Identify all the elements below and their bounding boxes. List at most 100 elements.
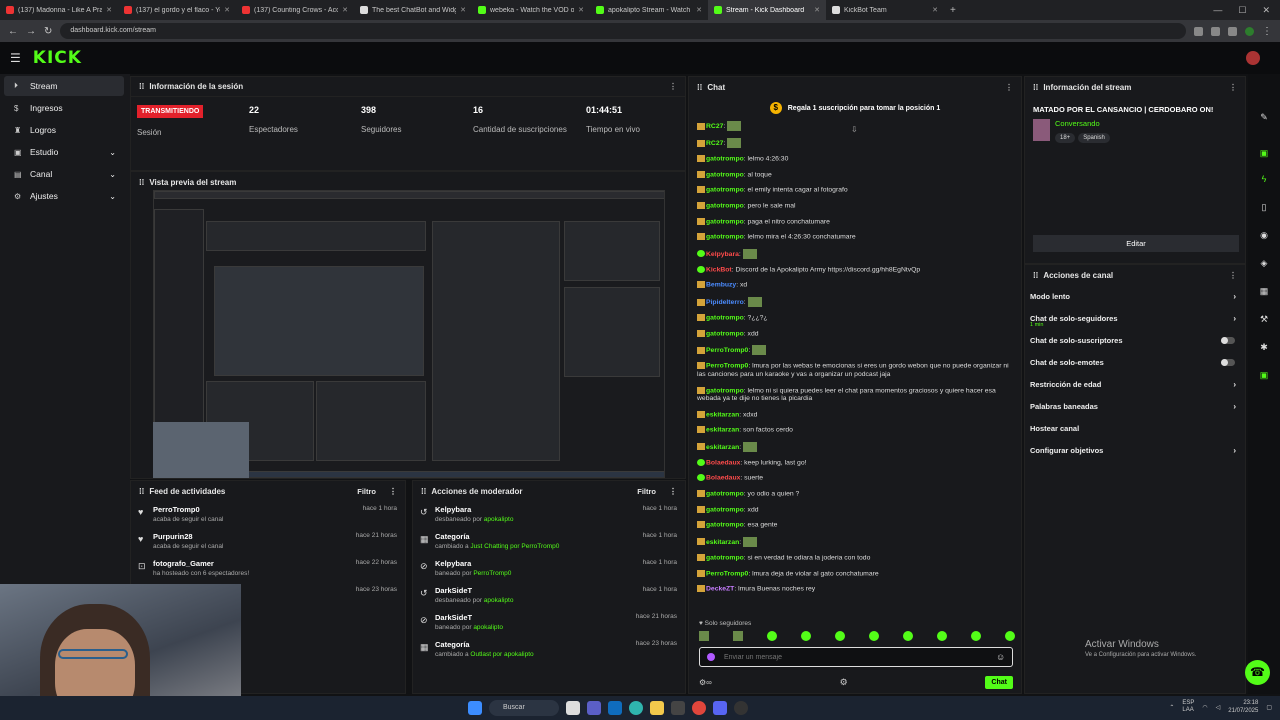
- browser-tab[interactable]: apokalipto Stream - Watch Live... ✕: [590, 0, 708, 20]
- browser-tab[interactable]: (137) Madonna - Like A Praye...✕: [0, 0, 118, 20]
- more-options-icon[interactable]: ⋮: [669, 487, 677, 496]
- drag-handle-icon[interactable]: ⁞⁞: [139, 178, 144, 187]
- chat-username[interactable]: gatotrompo: [706, 522, 744, 529]
- stream-category[interactable]: Conversando: [1055, 119, 1100, 128]
- close-icon[interactable]: ✕: [224, 6, 230, 14]
- mod-action-by[interactable]: apokalipto: [484, 516, 514, 523]
- chat-username[interactable]: eskitarzan: [706, 539, 739, 546]
- emote-icon[interactable]: [835, 631, 845, 641]
- mod-action-name[interactable]: Categoría: [435, 532, 677, 541]
- browser-tab[interactable]: The best ChatBot and Widget...✕: [354, 0, 472, 20]
- volume-icon[interactable]: ◁: [1216, 704, 1221, 711]
- chat-bubble-icon[interactable]: ◉: [1258, 230, 1270, 242]
- toggle-switch[interactable]: [1221, 358, 1235, 366]
- chat-username[interactable]: gatotrompo: [706, 202, 744, 209]
- chat-username[interactable]: Bolaedaux: [706, 475, 740, 482]
- chat-username[interactable]: gatotrompo: [706, 330, 744, 337]
- close-icon[interactable]: ✕: [578, 6, 584, 14]
- chat-username[interactable]: gatotrompo: [706, 554, 744, 561]
- channel-action-item[interactable]: Chat de solo-seguidores 1 min ›: [1025, 307, 1245, 329]
- help-chat-bubble-icon[interactable]: ☎: [1245, 660, 1270, 685]
- emote-icon[interactable]: [937, 631, 947, 641]
- filter-button[interactable]: Filtro: [637, 487, 656, 496]
- chat-username[interactable]: gatotrompo: [706, 387, 744, 394]
- mod-action-by[interactable]: Outlast por apokalipto: [470, 651, 533, 658]
- feed-item-name[interactable]: PerroTromp0: [153, 505, 397, 514]
- browser-tab-active[interactable]: Stream - Kick Dashboard ✕: [708, 0, 826, 20]
- chat-tools-icon[interactable]: ⚙∞: [699, 678, 712, 687]
- chat-username[interactable]: KickBot: [706, 266, 732, 273]
- emote-icon[interactable]: [1005, 631, 1015, 641]
- close-window-icon[interactable]: ✕: [1262, 5, 1270, 16]
- extension-icon[interactable]: [1211, 26, 1220, 36]
- sidebar-item-ajustes[interactable]: ⚙ Ajustes ⌄: [4, 186, 124, 206]
- drag-handle-icon[interactable]: ⁞⁞: [421, 487, 426, 496]
- chat-username[interactable]: PerroTromp0: [706, 363, 748, 370]
- chat-username[interactable]: eskitarzan: [706, 444, 739, 451]
- chrome-icon[interactable]: [692, 701, 706, 715]
- browser-menu-icon[interactable]: ⋮: [1262, 26, 1272, 37]
- chat-username[interactable]: RC27: [706, 140, 723, 147]
- tray-language[interactable]: ESP LAA: [1182, 700, 1194, 714]
- file-explorer-icon[interactable]: [650, 701, 664, 715]
- windows-start-icon[interactable]: [468, 701, 482, 715]
- chat-username[interactable]: Bembuzy: [706, 282, 736, 289]
- browser-tab[interactable]: (137) Counting Crows - Accide...✕: [236, 0, 354, 20]
- stream-icon[interactable]: ▣: [1258, 148, 1270, 160]
- mod-action-by[interactable]: PerroTromp0: [473, 570, 511, 577]
- channel-action-item[interactable]: Hostear canal: [1025, 417, 1245, 439]
- discord-icon[interactable]: [713, 701, 727, 715]
- chat-username[interactable]: gatotrompo: [706, 314, 744, 321]
- tablet-icon[interactable]: ▯: [1258, 202, 1270, 214]
- close-icon[interactable]: ✕: [106, 6, 112, 14]
- chat-username[interactable]: Kelpybara: [706, 251, 739, 258]
- close-icon[interactable]: ✕: [814, 6, 820, 14]
- taskbar-search[interactable]: Buscar: [489, 700, 559, 716]
- lightning-icon[interactable]: ϟ: [1258, 174, 1270, 186]
- more-options-icon[interactable]: ⋮: [669, 82, 677, 91]
- download-icon[interactable]: [1228, 26, 1237, 36]
- emote-icon[interactable]: [869, 631, 879, 641]
- close-icon[interactable]: ✕: [696, 6, 702, 14]
- chat-username[interactable]: gatotrompo: [706, 187, 744, 194]
- sidebar-item-stream[interactable]: ⏵ Stream: [4, 76, 124, 96]
- store-icon[interactable]: [671, 701, 685, 715]
- widget-icon[interactable]: ▣: [1258, 370, 1270, 382]
- sidebar-item-ingresos[interactable]: $ Ingresos: [4, 98, 124, 118]
- user-avatar[interactable]: [1246, 51, 1260, 65]
- mod-action-name[interactable]: Kelpybara: [435, 505, 677, 514]
- kick-logo[interactable]: KICK: [33, 48, 82, 68]
- url-field[interactable]: dashboard.kick.com/stream: [60, 23, 1186, 39]
- chat-username[interactable]: gatotrompo: [706, 218, 744, 225]
- emote-icon[interactable]: [767, 631, 777, 641]
- sidebar-item-estudio[interactable]: ▣ Estudio ⌄: [4, 142, 124, 162]
- new-tab-button[interactable]: +: [944, 5, 962, 16]
- more-options-icon[interactable]: ⋮: [389, 487, 397, 496]
- browser-tab[interactable]: (137) el gordo y el flaco - YouT... ✕: [118, 0, 236, 20]
- chat-username[interactable]: Pipidelterro: [706, 299, 744, 306]
- chat-username[interactable]: gatotrompo: [706, 506, 744, 513]
- chat-username[interactable]: gatotrompo: [706, 155, 744, 162]
- chat-message-input[interactable]: [699, 647, 1013, 667]
- menu-icon[interactable]: ☰: [10, 51, 21, 65]
- maximize-icon[interactable]: ☐: [1238, 5, 1246, 16]
- close-icon[interactable]: ✕: [460, 6, 466, 14]
- emote-icon[interactable]: [733, 631, 743, 641]
- mod-action-by[interactable]: apokalipto: [484, 597, 514, 604]
- obs-icon[interactable]: [734, 701, 748, 715]
- filter-button[interactable]: Filtro: [357, 487, 376, 496]
- send-chat-button[interactable]: Chat: [985, 675, 1013, 689]
- clock[interactable]: 23:18 21/07/2025: [1228, 699, 1258, 715]
- chat-username[interactable]: RC27: [706, 123, 723, 130]
- wifi-icon[interactable]: ◠: [1202, 704, 1207, 711]
- drag-handle-icon[interactable]: ⁞⁞: [1033, 83, 1038, 92]
- channel-action-item[interactable]: Chat de solo-suscriptores: [1025, 329, 1245, 351]
- channel-action-item[interactable]: Restricción de edad ›: [1025, 373, 1245, 395]
- profile-icon[interactable]: [1245, 26, 1254, 36]
- channel-action-item[interactable]: Configurar objetivos ›: [1025, 439, 1245, 461]
- reload-icon[interactable]: ↻: [44, 26, 52, 37]
- close-icon[interactable]: ✕: [932, 6, 938, 14]
- chat-username[interactable]: gatotrompo: [706, 233, 744, 240]
- emote-icon[interactable]: [699, 631, 709, 641]
- drag-handle-icon[interactable]: ⁞⁞: [139, 487, 144, 496]
